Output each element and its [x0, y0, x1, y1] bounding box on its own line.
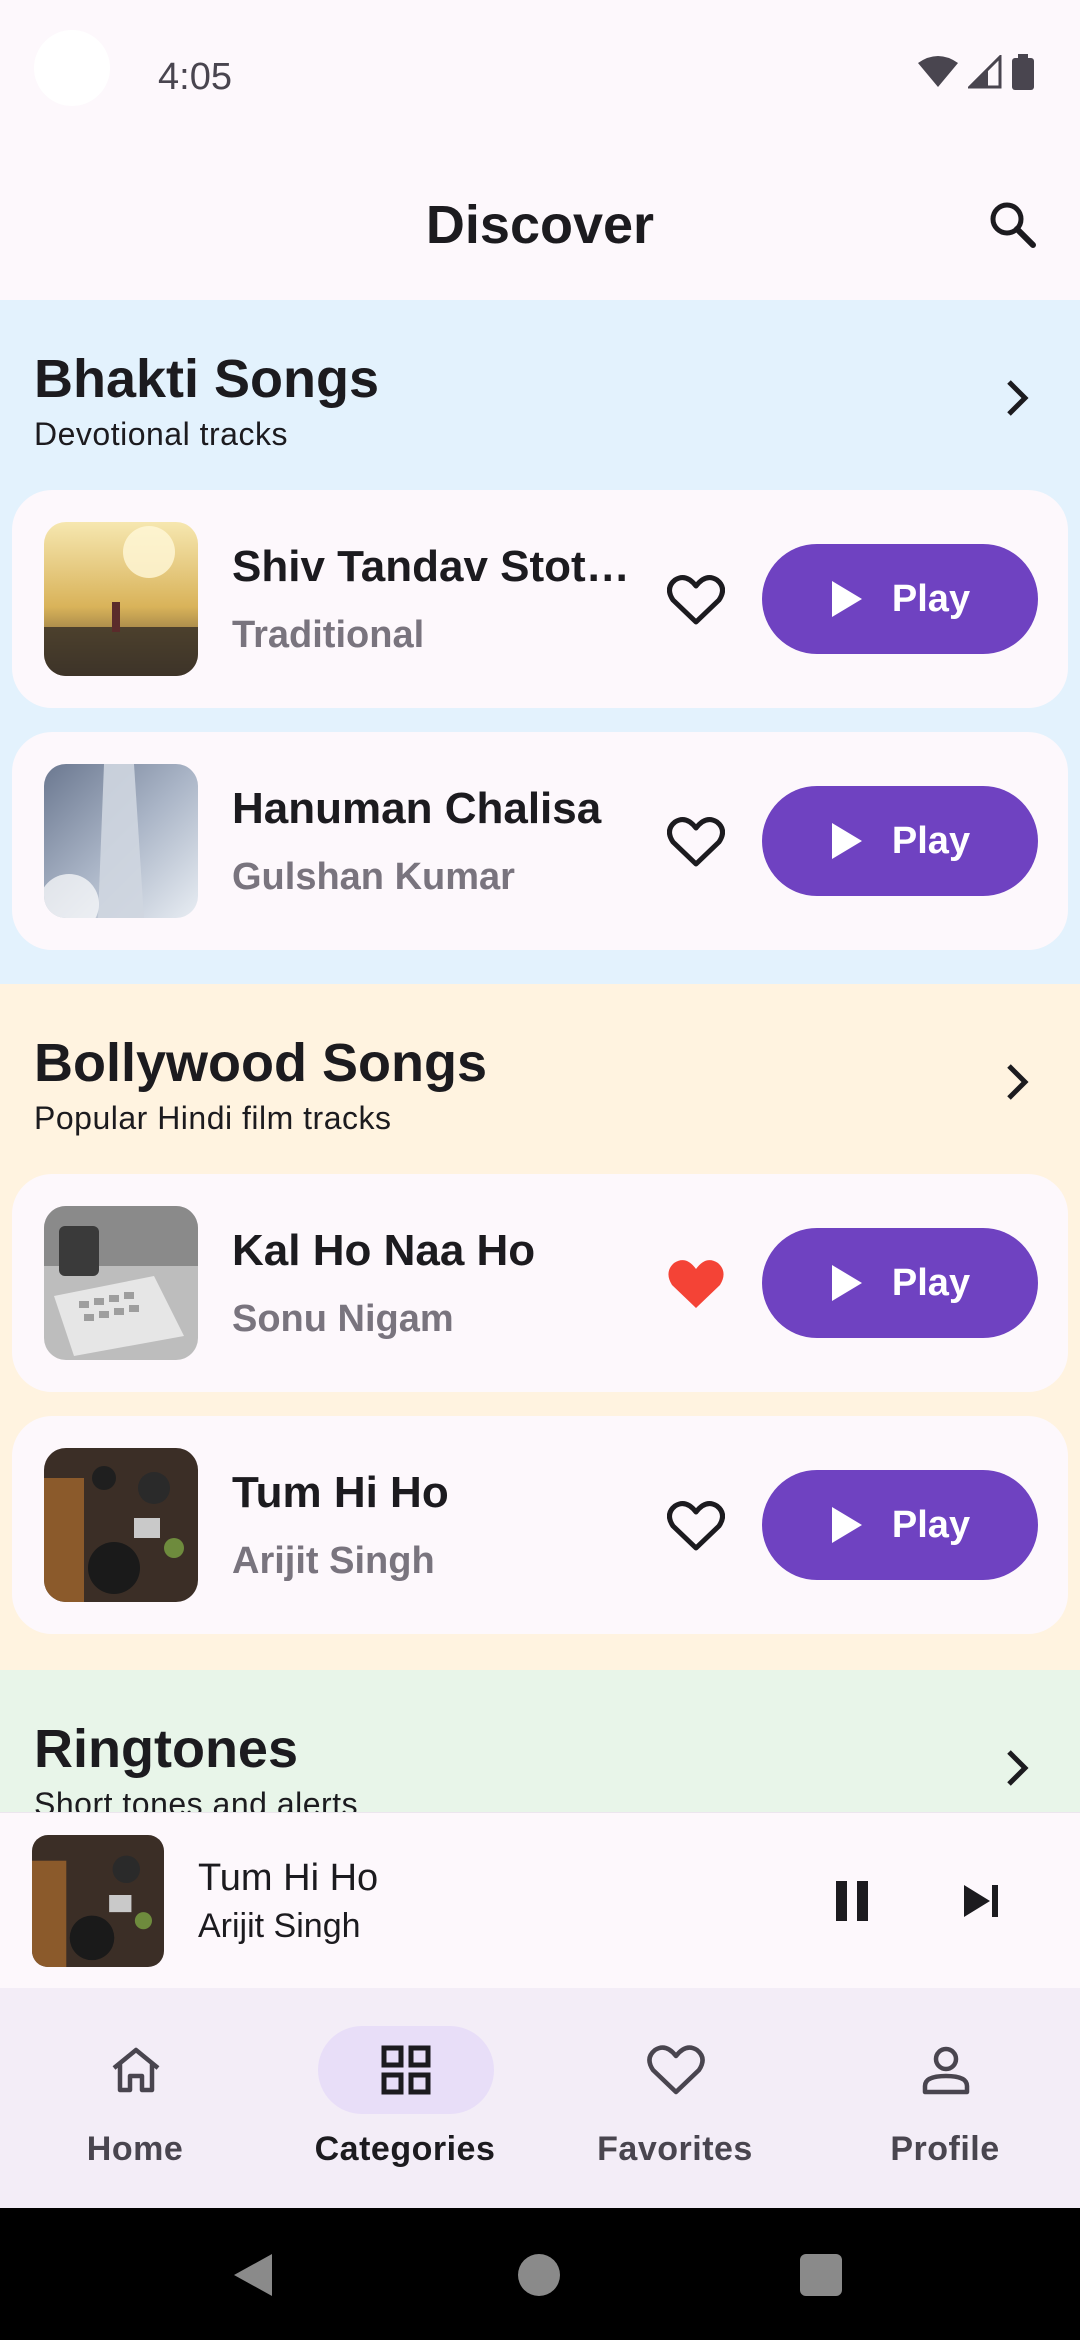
page-title: Discover	[425, 195, 655, 255]
section-bollywood-songs: Bollywood Songs Popular Hindi film track…	[0, 984, 1080, 1670]
recents-button[interactable]	[800, 2254, 842, 2296]
album-art	[44, 1206, 198, 1360]
play-label: Play	[891, 819, 971, 862]
skip-next-icon	[964, 1885, 998, 1917]
home-button[interactable]	[518, 2254, 560, 2296]
play-icon	[831, 581, 862, 617]
app-bar: Discover	[0, 150, 1080, 300]
section-more-button[interactable]	[988, 1740, 1044, 1796]
nav-item-favorites[interactable]: Favorites	[540, 2026, 810, 2176]
play-icon	[831, 1265, 862, 1301]
favorite-button[interactable]	[664, 1254, 728, 1314]
favorite-button[interactable]	[664, 812, 728, 872]
nav-item-categories[interactable]: Categories	[270, 2026, 540, 2176]
search-button[interactable]	[980, 192, 1044, 256]
song-card[interactable]: Shiv Tandav Stotr... Traditional Play	[12, 490, 1068, 708]
song-title: Shiv Tandav Stotr...	[232, 542, 632, 591]
section-title: Bhakti Songs	[34, 349, 380, 409]
mini-player[interactable]: Tum Hi Ho Arijit Singh	[0, 1812, 1080, 1988]
back-icon[interactable]	[232, 2252, 274, 2298]
play-label: Play	[891, 1503, 971, 1546]
section-header[interactable]: Ringtones Short tones and alerts	[0, 1670, 1080, 1812]
song-artist: Arijit Singh	[232, 1540, 435, 1582]
nav-label: Profile	[890, 2130, 1000, 2168]
album-art	[44, 764, 198, 918]
nav-indicator	[588, 2026, 764, 2114]
pause-icon	[836, 1881, 868, 1921]
play-button[interactable]: Play	[762, 1470, 1038, 1580]
status-time: 4:05	[158, 56, 232, 98]
play-icon	[831, 823, 862, 859]
pause-button[interactable]	[820, 1869, 884, 1933]
section-ringtones: Ringtones Short tones and alerts	[0, 1670, 1080, 1812]
favorite-button[interactable]	[664, 1496, 728, 1556]
song-artist: Sonu Nigam	[232, 1298, 454, 1340]
wifi-icon	[918, 56, 958, 87]
nav-item-profile[interactable]: Profile	[810, 2026, 1080, 2176]
mini-player-artist: Arijit Singh	[198, 1907, 361, 1945]
heart-outline-icon	[667, 575, 725, 625]
nav-label: Home	[86, 2130, 184, 2168]
play-button[interactable]: Play	[762, 1228, 1038, 1338]
nav-label: Favorites	[597, 2130, 753, 2168]
section-subtitle: Short tones and alerts	[34, 1786, 359, 1812]
heart-outline-icon	[667, 817, 725, 867]
song-artist: Gulshan Kumar	[232, 856, 515, 898]
favorite-button[interactable]	[664, 570, 728, 630]
album-art	[44, 522, 198, 676]
song-card[interactable]: Tum Hi Ho Arijit Singh Play	[12, 1416, 1068, 1634]
section-title: Bollywood Songs	[34, 1033, 487, 1093]
section-more-button[interactable]	[988, 370, 1044, 426]
camera-cutout	[34, 30, 110, 106]
bottom-navigation: Home Categories Favorites Profile	[0, 1988, 1080, 2208]
signal-icon	[968, 55, 1002, 89]
play-label: Play	[891, 1261, 971, 1304]
status-bar: 4:05	[0, 0, 1080, 150]
search-icon	[990, 202, 1036, 248]
chevron-right-icon	[1007, 380, 1029, 416]
nav-item-home[interactable]: Home	[0, 2026, 270, 2176]
section-subtitle: Popular Hindi film tracks	[34, 1100, 392, 1136]
play-button[interactable]: Play	[762, 786, 1038, 896]
chevron-right-icon	[1007, 1064, 1029, 1100]
song-artist: Traditional	[232, 614, 425, 656]
heart-icon	[647, 2045, 705, 2095]
mini-player-title: Tum Hi Ho	[198, 1857, 379, 1899]
album-art	[44, 1448, 198, 1602]
category-list[interactable]: Bhakti Songs Devotional tracks Shiv Tand…	[0, 300, 1080, 1812]
heart-outline-icon	[667, 1501, 725, 1551]
play-label: Play	[891, 577, 971, 620]
skip-next-button[interactable]	[950, 1869, 1014, 1933]
section-subtitle: Devotional tracks	[34, 416, 288, 452]
chevron-right-icon	[1007, 1750, 1029, 1786]
system-navigation-bar	[0, 2208, 1080, 2340]
section-bhakti-songs: Bhakti Songs Devotional tracks Shiv Tand…	[0, 300, 1080, 984]
section-header[interactable]: Bollywood Songs Popular Hindi film track…	[0, 984, 1080, 1174]
play-icon	[831, 1507, 862, 1543]
nav-indicator	[48, 2026, 224, 2114]
battery-icon	[1012, 54, 1034, 90]
song-title: Kal Ho Naa Ho	[232, 1226, 536, 1275]
song-title: Hanuman Chalisa	[232, 784, 602, 833]
system-icons	[918, 54, 1034, 90]
home-icon	[112, 2047, 160, 2093]
nav-label: Categories	[314, 2130, 496, 2168]
mini-album-art	[32, 1835, 164, 1967]
song-card[interactable]: Kal Ho Naa Ho Sonu Nigam Play	[12, 1174, 1068, 1392]
song-card[interactable]: Hanuman Chalisa Gulshan Kumar Play	[12, 732, 1068, 950]
section-header[interactable]: Bhakti Songs Devotional tracks	[0, 300, 1080, 490]
song-title: Tum Hi Ho	[232, 1468, 449, 1517]
section-title: Ringtones	[34, 1719, 298, 1779]
person-icon	[922, 2046, 970, 2095]
play-button[interactable]: Play	[762, 544, 1038, 654]
section-more-button[interactable]	[988, 1054, 1044, 1110]
grid-icon	[381, 2045, 431, 2095]
nav-indicator	[318, 2026, 494, 2114]
heart-filled-icon	[668, 1260, 724, 1308]
nav-indicator	[858, 2026, 1034, 2114]
